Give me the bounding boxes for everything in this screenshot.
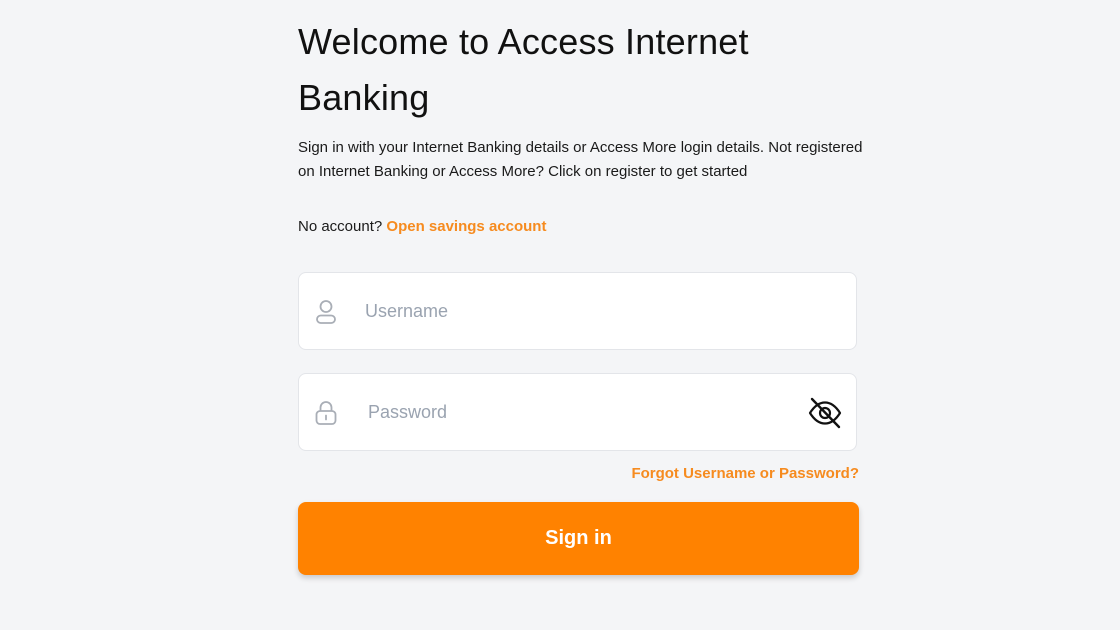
open-savings-account-link[interactable]: Open savings account	[386, 218, 546, 235]
no-account-text: No account?	[298, 218, 383, 235]
page-subtitle: Sign in with your Internet Banking detai…	[298, 139, 863, 180]
password-input[interactable]	[368, 394, 788, 430]
username-input[interactable]	[365, 293, 785, 329]
sign-in-button[interactable]: Sign in	[298, 502, 859, 575]
eye-off-icon[interactable]	[808, 396, 842, 430]
no-account-prompt: No account? Open savings account	[298, 217, 546, 237]
username-field[interactable]	[298, 272, 857, 350]
page-title: Welcome to Access Internet Banking	[298, 21, 749, 118]
user-icon	[316, 300, 336, 324]
lock-icon	[315, 401, 337, 425]
password-field[interactable]	[298, 373, 857, 451]
forgot-credentials-link[interactable]: Forgot Username or Password?	[631, 464, 859, 484]
